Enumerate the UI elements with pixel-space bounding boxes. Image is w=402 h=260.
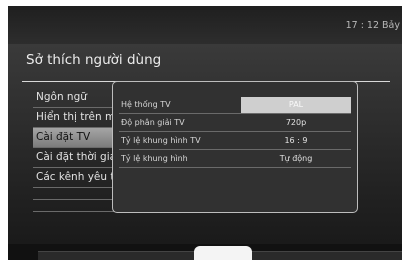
tv-settings-popup: Hệ thống TV PAL Độ phân giải TV 720p Tỷ … bbox=[112, 81, 358, 213]
setting-value[interactable]: PAL bbox=[241, 97, 351, 113]
setting-label: Hệ thống TV bbox=[121, 100, 171, 109]
setting-row-tv-aspect-ratio[interactable]: Tỷ lệ khung hình TV 16 : 9 bbox=[119, 133, 351, 150]
setting-value[interactable]: Tự động bbox=[241, 151, 351, 167]
clock-label: 17 : 12 Bảy bbox=[345, 20, 400, 31]
page-title: Sở thích người dùng bbox=[26, 52, 162, 68]
bottom-bar-area bbox=[8, 244, 402, 260]
setting-label: Tỷ lệ khung hình TV bbox=[121, 136, 201, 145]
preferences-panel: Sở thích người dùng Ngôn ngữ Hiển thị tr… bbox=[8, 44, 402, 244]
setting-label: Độ phân giải TV bbox=[121, 118, 185, 127]
setting-row-aspect-ratio[interactable]: Tỷ lệ khung hình Tự động bbox=[119, 151, 351, 168]
setting-value[interactable]: 16 : 9 bbox=[241, 133, 351, 149]
setting-row-tv-system[interactable]: Hệ thống TV PAL bbox=[119, 97, 351, 114]
tv-frame: 17 : 12 Bảy Sở thích người dùng Ngôn ngữ… bbox=[8, 6, 402, 260]
setting-label: Tỷ lệ khung hình bbox=[121, 154, 188, 163]
setting-value[interactable]: 720p bbox=[241, 115, 351, 131]
top-bar: 17 : 12 Bảy bbox=[8, 6, 402, 44]
bottom-tab bbox=[194, 246, 252, 260]
setting-row-resolution[interactable]: Độ phân giải TV 720p bbox=[119, 115, 351, 132]
screen: 17 : 12 Bảy Sở thích người dùng Ngôn ngữ… bbox=[0, 0, 402, 260]
